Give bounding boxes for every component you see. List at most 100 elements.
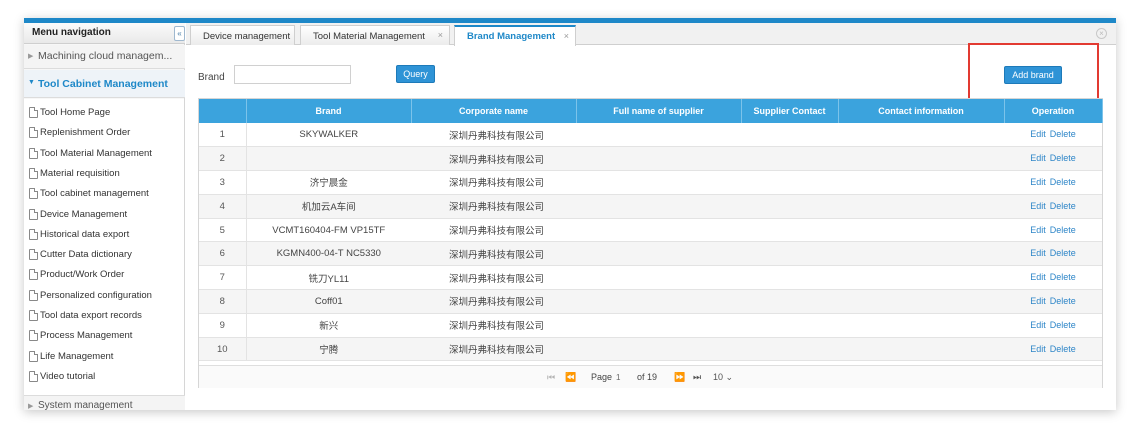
info-cell (838, 218, 1004, 243)
operation-cell: Edit Delete (1004, 241, 1102, 267)
tab-brand-management[interactable]: Brand Management × (454, 25, 576, 46)
collapse-sidebar-icon[interactable]: « (174, 26, 185, 41)
table-row[interactable]: 6 KGMN400-04-T NC5330 深圳丹弗科技有限公司 Edit Delete (199, 241, 1102, 267)
page-icon (29, 269, 38, 281)
next-page-icon[interactable]: ⏩ (674, 372, 685, 383)
edit-link[interactable]: Edit (1030, 129, 1046, 139)
sidebar-item-historical-data-export[interactable]: Historical data export (24, 225, 184, 245)
page-icon (29, 330, 38, 342)
previous-page-icon[interactable]: ⏪ (565, 372, 576, 383)
delete-link[interactable]: Delete (1050, 248, 1076, 258)
brand-cell: SKYWALKER (246, 123, 411, 148)
edit-link[interactable]: Edit (1030, 320, 1046, 330)
table-row[interactable]: 1 SKYWALKER 深圳丹弗科技有限公司 Edit Delete (199, 123, 1102, 148)
sidebar-item-product-work-order[interactable]: Product/Work Order (24, 265, 184, 285)
sidebar-item-replenishment-order[interactable]: Replenishment Order (24, 123, 184, 143)
edit-link[interactable]: Edit (1030, 272, 1046, 282)
page-icon (29, 127, 38, 139)
sidebar-item-label: Life Management (40, 350, 114, 362)
caret-down-icon: ▼ (28, 79, 35, 86)
contact-cell (741, 337, 838, 362)
sidebar-item-process-management[interactable]: Process Management (24, 326, 184, 346)
info-column-header[interactable]: Contact information (838, 99, 1005, 123)
tab-label: Device management (203, 31, 291, 42)
sidebar-item-device-management[interactable]: Device Management (24, 205, 184, 225)
brand-search-input[interactable] (234, 65, 351, 84)
delete-link[interactable]: Delete (1050, 153, 1076, 163)
delete-link[interactable]: Delete (1050, 320, 1076, 330)
edit-link[interactable]: Edit (1030, 296, 1046, 306)
table-row[interactable]: 9 新兴 深圳丹弗科技有限公司 Edit Delete (199, 313, 1102, 338)
delete-link[interactable]: Delete (1050, 177, 1076, 187)
info-cell (838, 289, 1004, 314)
sidebar: Menu navigation « ▶ Machining cloud mana… (24, 23, 185, 410)
page-size-select[interactable]: 10 ⌄ (713, 372, 733, 383)
supplier-column-header[interactable]: Full name of supplier (576, 99, 742, 123)
close-icon[interactable]: × (438, 30, 443, 40)
page-icon (29, 188, 38, 200)
edit-link[interactable]: Edit (1030, 248, 1046, 258)
delete-link[interactable]: Delete (1050, 344, 1076, 354)
corporate-cell: 深圳丹弗科技有限公司 (411, 337, 576, 362)
operation-cell: Edit Delete (1004, 337, 1102, 362)
sidebar-item-tool-cabinet-management[interactable]: Tool cabinet management (24, 184, 184, 204)
sidebar-item-tool-material-management[interactable]: Tool Material Management (24, 144, 184, 164)
table-row[interactable]: 10 宁腾 深圳丹弗科技有限公司 Edit Delete (199, 337, 1102, 362)
row-number: 2 (199, 146, 247, 172)
supplier-cell (576, 241, 741, 267)
page-icon (29, 310, 38, 321)
supplier-cell (576, 146, 741, 172)
tab-tool-material-management[interactable]: Tool Material Management × (300, 25, 450, 45)
sidebar-item-personalized-configuration[interactable]: Personalized configuration (24, 286, 184, 306)
operation-column-header: Operation (1004, 99, 1103, 123)
last-page-icon[interactable]: ⏭ (693, 372, 701, 383)
sidebar-item-cutter-data-dictionary[interactable]: Cutter Data dictionary (24, 245, 184, 265)
sidebar-item-material-requisition[interactable]: Material requisition (24, 164, 184, 184)
sidebar-item-tool-data-export-records[interactable]: Tool data export records (24, 306, 184, 326)
page-icon (29, 208, 38, 220)
sidebar-group-machining[interactable]: ▶ Machining cloud managem... (24, 45, 185, 69)
info-cell (838, 123, 1004, 148)
page-number-input[interactable] (616, 370, 633, 384)
brand-column-header[interactable]: Brand (246, 99, 412, 123)
delete-link[interactable]: Delete (1050, 272, 1076, 282)
query-button[interactable]: Query (396, 65, 435, 83)
row-number: 5 (199, 218, 247, 243)
delete-link[interactable]: Delete (1050, 201, 1076, 211)
edit-link[interactable]: Edit (1030, 344, 1046, 354)
corporate-column-header[interactable]: Corporate name (411, 99, 577, 123)
delete-link[interactable]: Delete (1050, 129, 1076, 139)
table-row[interactable]: 4 机加云A车间 深圳丹弗科技有限公司 Edit Delete (199, 194, 1102, 219)
row-number: 7 (199, 265, 247, 291)
sidebar-item-video-tutorial[interactable]: Video tutorial (24, 367, 184, 387)
edit-link[interactable]: Edit (1030, 201, 1046, 211)
sidebar-item-label: Tool cabinet management (40, 188, 149, 200)
supplier-cell (576, 218, 741, 243)
delete-link[interactable]: Delete (1050, 296, 1076, 306)
row-number: 8 (199, 289, 247, 314)
table-row[interactable]: 7 铣刀YL11 深圳丹弗科技有限公司 Edit Delete (199, 265, 1102, 291)
sidebar-group-system[interactable]: ▶ System management (24, 395, 185, 410)
delete-link[interactable]: Delete (1050, 225, 1076, 235)
tab-device-management[interactable]: Device management (190, 25, 295, 45)
app-window: Menu navigation « ▶ Machining cloud mana… (24, 18, 1116, 410)
sidebar-group-tool-cabinet[interactable]: ▼ Tool Cabinet Management (24, 70, 185, 98)
edit-link[interactable]: Edit (1030, 153, 1046, 163)
close-all-tabs-icon[interactable]: × (1096, 28, 1107, 39)
table-row[interactable]: 5 VCMT160404-FM VP15TF 深圳丹弗科技有限公司 Edit Delet… (199, 218, 1102, 243)
table-row[interactable]: 8 Coff01 深圳丹弗科技有限公司 Edit Delete (199, 289, 1102, 314)
first-page-icon[interactable]: ⏮ (547, 372, 555, 383)
close-icon[interactable]: × (564, 31, 569, 41)
sidebar-item-label: Historical data export (40, 228, 130, 240)
table-row[interactable]: 2 深圳丹弗科技有限公司 Edit Delete (199, 146, 1102, 172)
sidebar-item-life-management[interactable]: Life Management (24, 347, 184, 367)
info-cell (838, 241, 1004, 267)
contact-column-header[interactable]: Supplier Contact (741, 99, 839, 123)
edit-link[interactable]: Edit (1030, 177, 1046, 187)
operation-cell: Edit Delete (1004, 289, 1102, 314)
edit-link[interactable]: Edit (1030, 225, 1046, 235)
contact-cell (741, 241, 838, 267)
brand-cell: 宁腾 (246, 337, 411, 362)
sidebar-item-tool-home-page[interactable]: Tool Home Page (24, 103, 184, 123)
table-row[interactable]: 3 济宁晨金 深圳丹弗科技有限公司 Edit Delete (199, 170, 1102, 195)
